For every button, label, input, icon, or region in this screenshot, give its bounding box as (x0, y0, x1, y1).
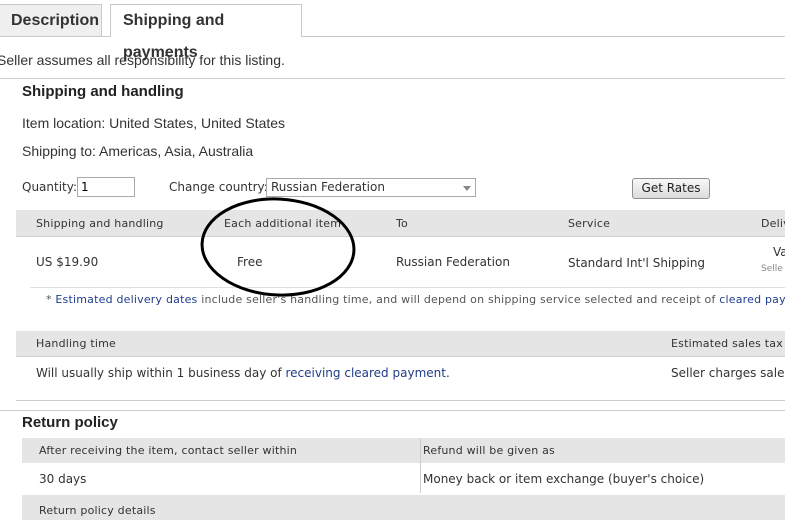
tab-shipping-and-payments[interactable]: Shipping and payments (110, 4, 302, 61)
annotation-ellipse (200, 197, 356, 297)
annotation-circle-mark (200, 197, 356, 297)
